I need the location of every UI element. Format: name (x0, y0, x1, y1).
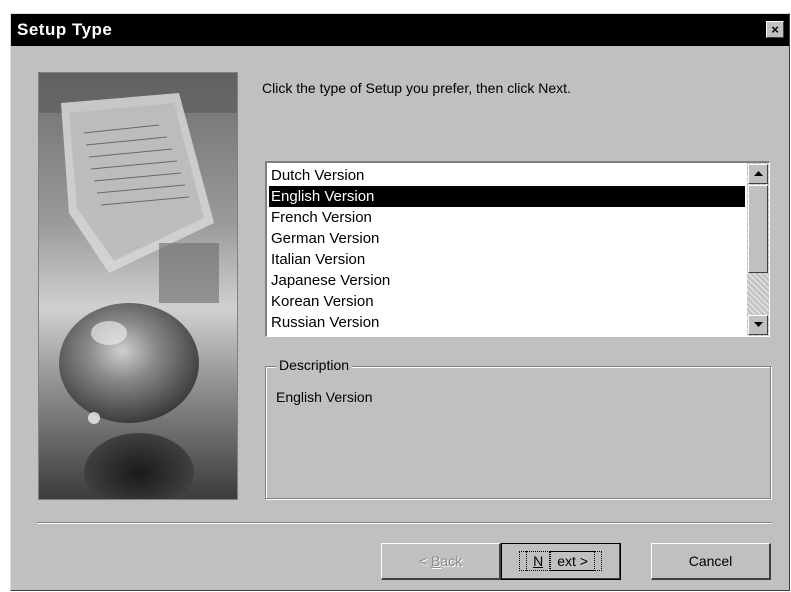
description-text: English Version (276, 389, 373, 405)
description-legend: Description (276, 357, 353, 373)
up-arrow-icon (754, 171, 763, 176)
close-button[interactable]: × (766, 21, 784, 38)
list-item-russian[interactable]: Russian Version (269, 312, 745, 333)
setup-type-dialog: Setup Type × Click the type of Setup you… (10, 13, 790, 591)
setup-banner-image (38, 72, 238, 500)
list-items-container: Dutch Version English Version French Ver… (269, 165, 745, 335)
back-button[interactable]: < Back (381, 543, 501, 580)
scroll-down-button[interactable] (748, 315, 768, 335)
next-mnemonic: N (526, 551, 551, 571)
description-group: Description English Version (265, 357, 771, 499)
scroll-up-button[interactable] (748, 164, 768, 184)
list-item-english[interactable]: English Version (269, 186, 745, 207)
back-prefix: < (418, 553, 431, 569)
list-item-japanese[interactable]: Japanese Version (269, 270, 745, 291)
instruction-text: Click the type of Setup you prefer, then… (262, 80, 571, 96)
next-button[interactable]: Next > (501, 543, 621, 580)
banner-illustration (39, 73, 237, 499)
setup-type-listbox[interactable]: Dutch Version English Version French Ver… (265, 161, 770, 337)
list-item-french[interactable]: French Version (269, 207, 745, 228)
title-bar[interactable]: Setup Type × (11, 14, 789, 46)
back-mnemonic: B (430, 553, 441, 569)
back-label-rest: ack (440, 553, 463, 569)
list-item-dutch[interactable]: Dutch Version (269, 165, 745, 186)
next-focus-ring: Next > (519, 551, 602, 571)
close-icon: × (771, 21, 779, 37)
button-separator (38, 522, 772, 524)
next-label-rest: ext > (550, 551, 595, 571)
window-title: Setup Type (17, 20, 113, 39)
list-item-korean[interactable]: Korean Version (269, 291, 745, 312)
down-arrow-icon (754, 322, 763, 327)
cancel-button[interactable]: Cancel (651, 543, 771, 580)
list-item-italian[interactable]: Italian Version (269, 249, 745, 270)
list-scrollbar[interactable] (747, 163, 769, 336)
list-item-german[interactable]: German Version (269, 228, 745, 249)
scroll-thumb[interactable] (748, 185, 768, 273)
